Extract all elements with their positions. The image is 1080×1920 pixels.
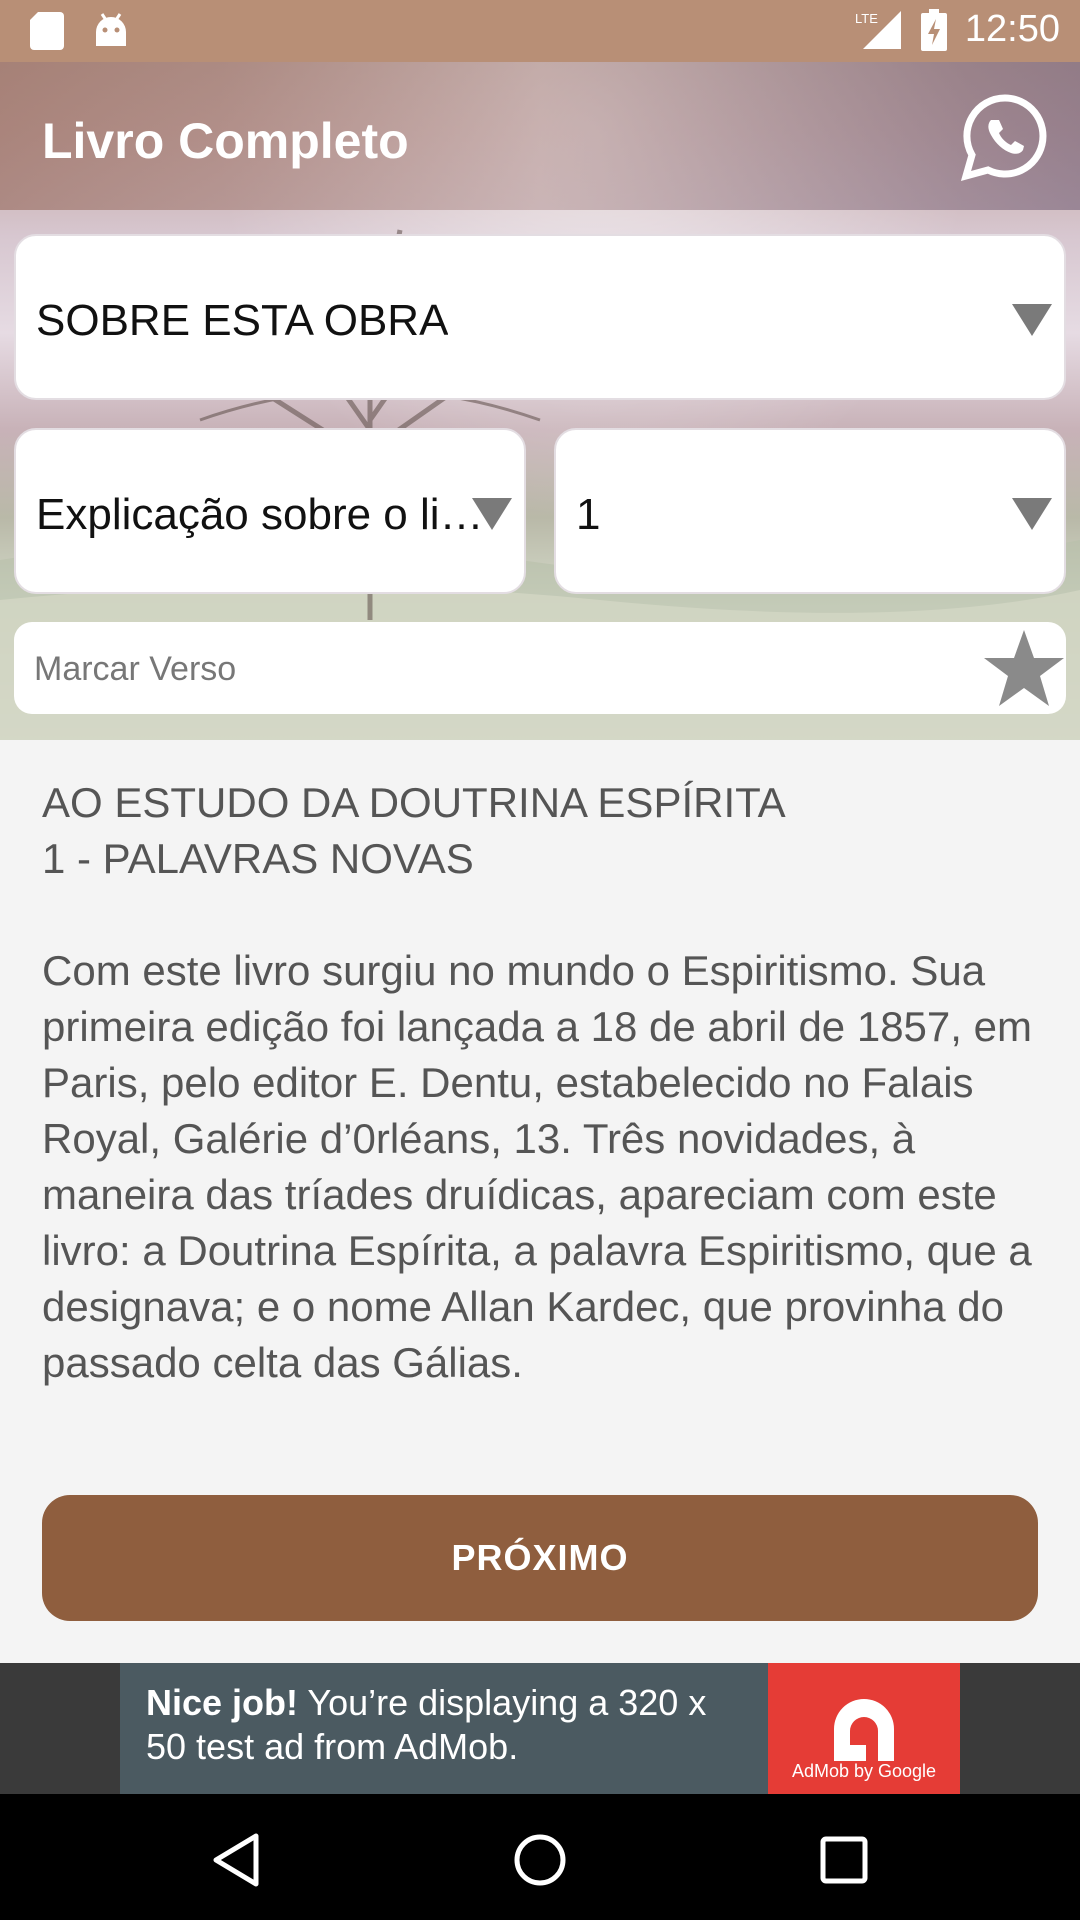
clock: 12:50 <box>964 8 1060 50</box>
chapter-dropdown-value: Explicação sobre o livro <box>36 490 488 539</box>
bookmark-verse-label: Marcar Verso <box>34 650 237 688</box>
home-icon[interactable] <box>510 1830 570 1890</box>
status-bar: LTE 12:50 <box>0 0 1080 62</box>
ad-text-bold: Nice job! <box>146 1682 299 1723</box>
recents-icon[interactable] <box>814 1830 874 1890</box>
ad-banner[interactable]: Nice job! You’re displaying a 320 x 50 t… <box>0 1663 1080 1794</box>
page-title: Livro Completo <box>42 113 409 169</box>
ad-text: Nice job! You’re displaying a 320 x 50 t… <box>146 1681 746 1769</box>
sd-card-icon <box>30 12 64 50</box>
app-bar: Livro Completo <box>0 62 1080 210</box>
ad-box[interactable]: Nice job! You’re displaying a 320 x 50 t… <box>120 1663 960 1794</box>
admob-icon <box>834 1699 894 1761</box>
heading-line-1: AO ESTUDO DA DOUTRINA ESPÍRITA <box>42 779 786 826</box>
signal-icon: LTE <box>855 10 901 49</box>
star-icon[interactable] <box>982 626 1066 710</box>
svg-text:LTE: LTE <box>855 11 878 26</box>
chevron-down-icon <box>1012 304 1052 336</box>
back-icon[interactable] <box>206 1830 266 1890</box>
admob-caption: AdMob by Google <box>791 1761 937 1781</box>
section-dropdown-value: SOBRE ESTA OBRA <box>36 296 449 345</box>
content-heading: AO ESTUDO DA DOUTRINA ESPÍRITA 1 - PALAV… <box>42 775 1042 887</box>
battery-charging-icon <box>920 8 947 51</box>
reading-content: AO ESTUDO DA DOUTRINA ESPÍRITA 1 - PALAV… <box>42 775 1042 1391</box>
section-dropdown[interactable]: SOBRE ESTA OBRA <box>14 234 1066 400</box>
bookmark-verse-field[interactable]: Marcar Verso <box>14 622 1066 714</box>
navigation-bar <box>0 1794 1080 1920</box>
chevron-down-icon <box>472 498 512 530</box>
next-button[interactable]: PRÓXIMO <box>42 1495 1038 1621</box>
verse-dropdown[interactable]: 1 <box>554 428 1066 594</box>
android-icon <box>96 13 126 46</box>
chevron-down-icon <box>1012 498 1052 530</box>
whatsapp-icon[interactable] <box>960 92 1050 182</box>
chapter-dropdown[interactable]: Explicação sobre o livro <box>14 428 526 594</box>
verse-dropdown-value: 1 <box>576 490 601 539</box>
heading-line-2: 1 - PALAVRAS NOVAS <box>42 835 474 882</box>
admob-logo: AdMob by Google <box>768 1663 960 1794</box>
content-body: Com este livro surgiu no mundo o Espirit… <box>42 947 1032 1386</box>
